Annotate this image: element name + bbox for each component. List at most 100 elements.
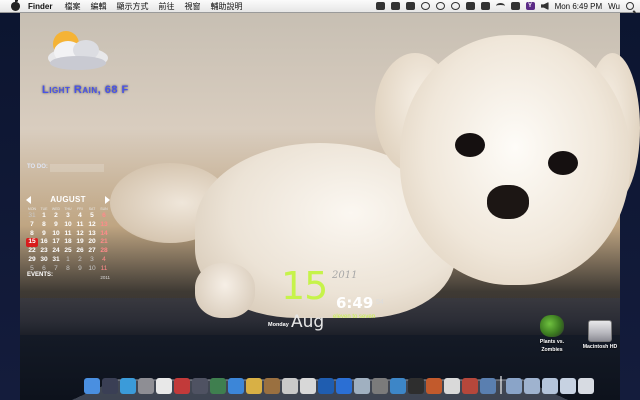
- calendar-day[interactable]: 18: [62, 238, 74, 247]
- photoshop-icon[interactable]: [318, 378, 334, 394]
- keynote-icon[interactable]: [336, 378, 352, 394]
- menu-app-finder[interactable]: Finder: [28, 2, 52, 11]
- calendar-day[interactable]: 11: [62, 230, 74, 239]
- menu-help[interactable]: 輔助說明: [210, 1, 242, 12]
- menu-go[interactable]: 前往: [158, 1, 174, 12]
- calendar-day[interactable]: 9: [50, 221, 62, 230]
- desktop-icon-macintosh-hd[interactable]: Macintosh HD: [577, 320, 623, 350]
- display-icon[interactable]: [480, 2, 490, 10]
- battery-icon[interactable]: [510, 2, 520, 10]
- apple-menu-icon[interactable]: [11, 0, 20, 11]
- spotlight-search-icon[interactable]: [626, 2, 634, 10]
- calendar-day[interactable]: 1: [62, 256, 74, 265]
- calendar-day[interactable]: 29: [26, 256, 38, 265]
- calendar-day[interactable]: 15: [26, 238, 38, 248]
- calendar-day[interactable]: 3: [86, 256, 98, 265]
- calendar-day[interactable]: 25: [62, 247, 74, 256]
- calendar-day[interactable]: 2: [50, 212, 62, 221]
- pin-icon[interactable]: [300, 378, 316, 394]
- menubar-clock[interactable]: Mon 6:49 PM: [555, 2, 603, 11]
- preview-icon[interactable]: [264, 378, 280, 394]
- desktop-icon-plants-vs-zombies[interactable]: Plants vs. Zombies: [529, 315, 575, 353]
- calendar-day[interactable]: 10: [86, 265, 98, 274]
- calendar-day[interactable]: 31: [50, 256, 62, 265]
- wifi-icon[interactable]: [495, 3, 505, 9]
- dashboard-icon[interactable]: [192, 378, 208, 394]
- calendar-day[interactable]: 2: [74, 256, 86, 265]
- calendar-day[interactable]: 10: [50, 230, 62, 239]
- calendar-day[interactable]: 8: [26, 230, 38, 239]
- safari-icon[interactable]: [120, 378, 136, 394]
- calendar-day[interactable]: 14: [98, 230, 110, 239]
- calendar-day[interactable]: 23: [38, 247, 50, 256]
- user-menu[interactable]: Wu: [608, 2, 620, 11]
- trash-icon[interactable]: [578, 378, 594, 394]
- calendar-day[interactable]: 4: [74, 212, 86, 221]
- bluetooth-icon[interactable]: [465, 2, 475, 10]
- time-machine-icon[interactable]: [210, 378, 226, 394]
- applications-folder-icon[interactable]: [506, 378, 522, 394]
- calendar-day[interactable]: 12: [74, 230, 86, 239]
- mail-stack-icon[interactable]: [560, 378, 576, 394]
- calendar-day[interactable]: 17: [50, 238, 62, 247]
- calendar-day[interactable]: 7: [26, 221, 38, 230]
- calendar-day[interactable]: 21: [98, 238, 110, 247]
- calendar-day[interactable]: 24: [50, 247, 62, 256]
- calendar-day[interactable]: 16: [38, 238, 50, 247]
- calendar-day[interactable]: 4: [98, 256, 110, 265]
- calendar-day[interactable]: 26: [74, 247, 86, 256]
- menu-window[interactable]: 視窗: [184, 1, 200, 12]
- volume-icon[interactable]: [540, 2, 549, 10]
- sketch-icon[interactable]: [282, 378, 298, 394]
- calendar-day[interactable]: 3: [62, 212, 74, 221]
- printer-icon[interactable]: [405, 2, 415, 10]
- calendar-day[interactable]: 22: [26, 247, 38, 256]
- yahoo-messenger-icon[interactable]: Y: [525, 2, 535, 10]
- downloads-folder-icon[interactable]: [542, 378, 558, 394]
- calendar-next-arrow-icon[interactable]: [104, 195, 110, 204]
- todo-entry[interactable]: [50, 164, 104, 172]
- pencil-icon[interactable]: [354, 378, 370, 394]
- finder-icon[interactable]: [84, 378, 100, 394]
- calendar-day[interactable]: 5: [86, 212, 98, 221]
- system-preferences-icon[interactable]: [138, 378, 154, 394]
- calendar-day[interactable]: 19: [74, 238, 86, 247]
- calendar-icon[interactable]: [156, 378, 172, 394]
- script-icon[interactable]: [390, 2, 400, 10]
- calendar-day[interactable]: 20: [86, 238, 98, 247]
- calendar-day[interactable]: 11: [98, 265, 110, 274]
- calendar-day[interactable]: 1: [38, 212, 50, 221]
- calendar-day[interactable]: 8: [62, 265, 74, 274]
- calendar-day[interactable]: 30: [38, 256, 50, 265]
- menu-view[interactable]: 顯示方式: [116, 1, 148, 12]
- sync-icon[interactable]: [435, 2, 445, 10]
- time-machine-icon[interactable]: [420, 2, 430, 10]
- calendar-day[interactable]: 9: [74, 265, 86, 274]
- calendar-prev-arrow-icon[interactable]: [26, 195, 31, 204]
- utility-icon[interactable]: [372, 378, 388, 394]
- calendar-day[interactable]: 28: [98, 247, 110, 256]
- dropbox-icon[interactable]: [375, 2, 385, 10]
- address-book-icon[interactable]: [174, 378, 190, 394]
- terminal-icon[interactable]: [408, 378, 424, 394]
- calendar-day[interactable]: 12: [86, 221, 98, 230]
- calendar-day[interactable]: 11: [74, 221, 86, 230]
- menu-file[interactable]: 檔案: [64, 1, 80, 12]
- history-icon[interactable]: [450, 2, 460, 10]
- calendar-day[interactable]: 9: [38, 230, 50, 239]
- menu-edit[interactable]: 編輯: [90, 1, 106, 12]
- app-store-icon[interactable]: [228, 378, 244, 394]
- iphoto-icon[interactable]: [246, 378, 262, 394]
- calendar-day[interactable]: 13: [98, 221, 110, 230]
- calendar-day[interactable]: 31: [26, 212, 38, 221]
- calendar-day[interactable]: 6: [98, 212, 110, 221]
- calendar-day[interactable]: 27: [86, 247, 98, 256]
- calendar-day[interactable]: 13: [86, 230, 98, 239]
- calendar-day[interactable]: 8: [38, 221, 50, 230]
- documents-folder-icon[interactable]: [524, 378, 540, 394]
- text-edit-icon[interactable]: [444, 378, 460, 394]
- globe-icon[interactable]: [390, 378, 406, 394]
- network-icon[interactable]: [426, 378, 442, 394]
- tools-icon[interactable]: [480, 378, 496, 394]
- mission-control-icon[interactable]: [102, 378, 118, 394]
